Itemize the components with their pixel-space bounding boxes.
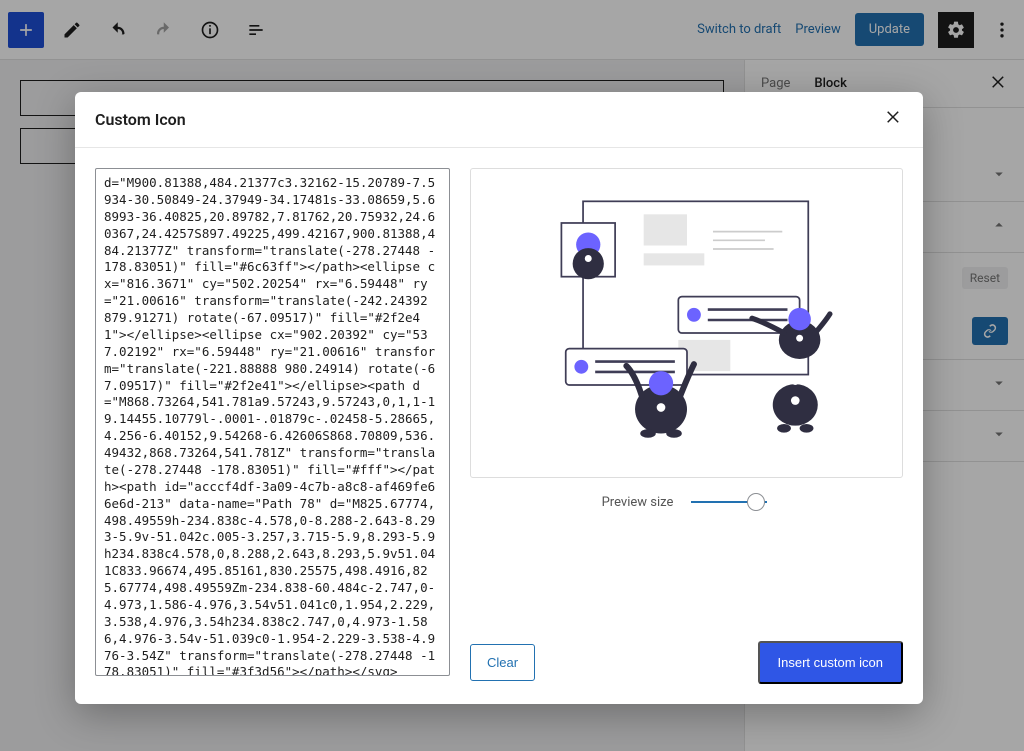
modal-title: Custom Icon <box>95 110 186 129</box>
preview-size-slider[interactable] <box>691 492 771 512</box>
close-icon <box>885 108 903 126</box>
insert-custom-icon-button[interactable]: Insert custom icon <box>758 641 904 684</box>
custom-icon-modal: Custom Icon <box>75 92 923 704</box>
modal-close-button[interactable] <box>885 108 903 131</box>
svg-code-input[interactable] <box>95 168 450 676</box>
clear-button[interactable]: Clear <box>470 644 535 681</box>
icon-preview <box>470 168 903 478</box>
preview-size-label: Preview size <box>602 495 674 510</box>
